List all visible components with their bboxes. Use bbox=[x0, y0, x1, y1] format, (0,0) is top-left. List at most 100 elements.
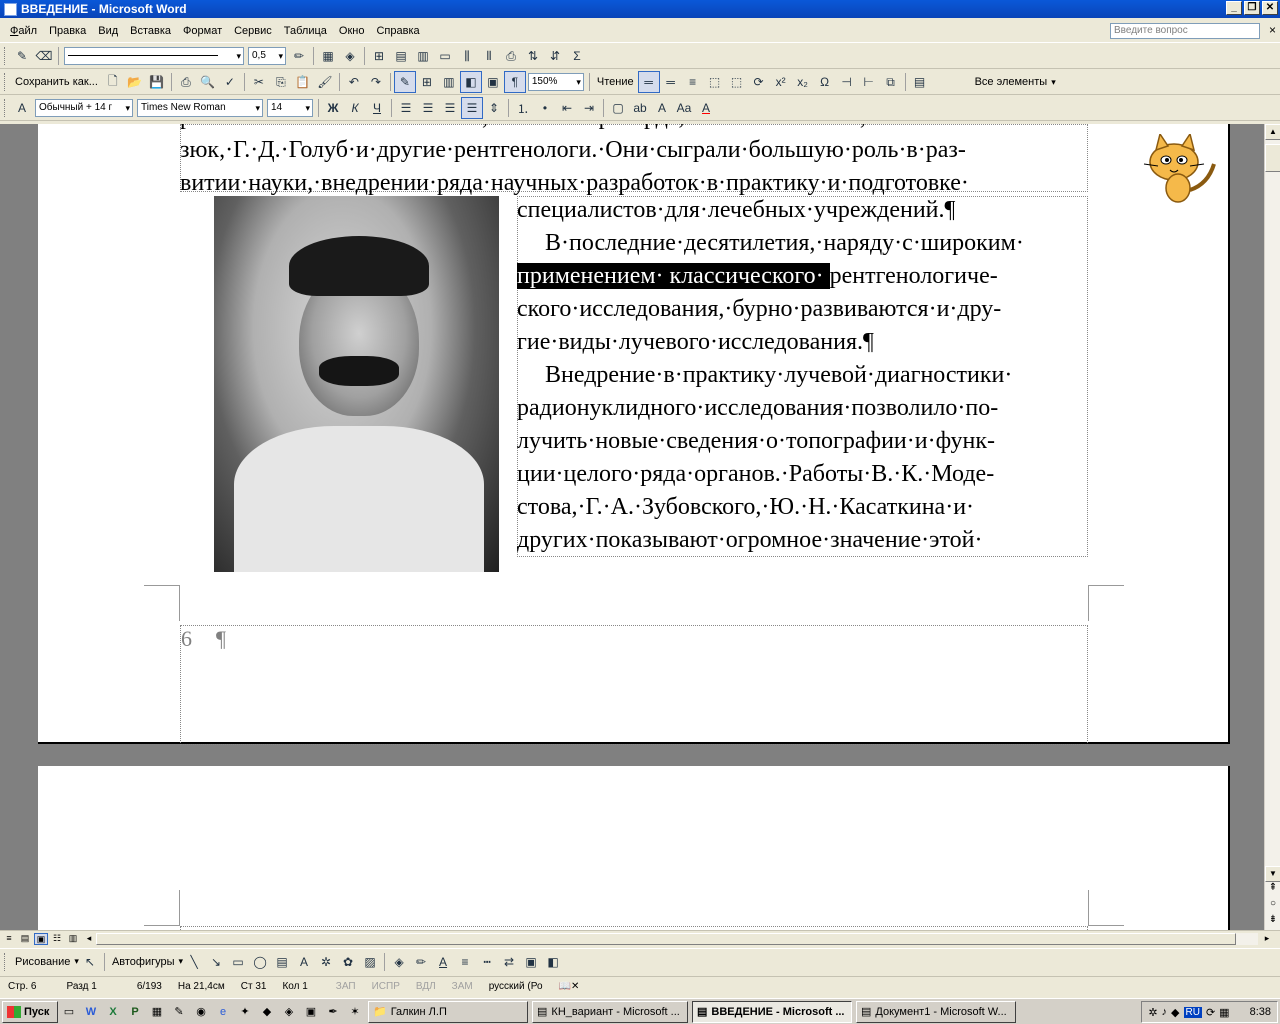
ask-question-input[interactable]: Введите вопрос bbox=[1110, 23, 1260, 39]
insert-table-icon[interactable]: ⊞ bbox=[416, 71, 438, 93]
word-app-icon[interactable] bbox=[4, 2, 17, 16]
tray-network-icon[interactable]: ✲ bbox=[1148, 1006, 1157, 1019]
character-scale-icon[interactable]: A bbox=[651, 97, 673, 119]
3d-icon[interactable]: ◧ bbox=[542, 951, 564, 973]
previous-page-icon[interactable]: ⇞ bbox=[1265, 882, 1280, 896]
undo-icon[interactable]: ↶ bbox=[343, 71, 365, 93]
close-button[interactable]: ✕ bbox=[1262, 1, 1278, 15]
star-icon[interactable]: ✶ bbox=[346, 1003, 364, 1021]
tray-app-icon[interactable]: ▦ bbox=[1219, 1006, 1229, 1019]
increase-indent-icon[interactable]: ⇥ bbox=[578, 97, 600, 119]
all-elements-select[interactable]: Все элементы bbox=[971, 76, 1052, 88]
spelling-status-icon[interactable]: 📖✕ bbox=[551, 981, 588, 992]
bullets-icon[interactable]: • bbox=[534, 97, 556, 119]
line-style-select[interactable] bbox=[64, 47, 244, 65]
menu-file[interactable]: Файл bbox=[4, 23, 43, 39]
horizontal-scrollbar[interactable] bbox=[96, 933, 1258, 945]
select-objects-icon[interactable]: ↖ bbox=[79, 951, 101, 973]
diagram-icon[interactable]: ✲ bbox=[315, 951, 337, 973]
symbol-icon[interactable]: Ω bbox=[814, 71, 836, 93]
line-icon[interactable]: ╲ bbox=[183, 951, 205, 973]
document-close-icon[interactable]: × bbox=[1269, 23, 1276, 37]
spelling-icon[interactable]: ✓ bbox=[219, 71, 241, 93]
draw-table-icon[interactable]: ✎ bbox=[11, 45, 33, 67]
highlight-icon[interactable]: ab bbox=[629, 97, 651, 119]
autoshapes-menu-button[interactable]: Автофигуры bbox=[108, 956, 179, 968]
styles-icon[interactable]: A bbox=[11, 97, 33, 119]
task-folder[interactable]: 📁 Галкин Л.П bbox=[368, 1000, 528, 1023]
pen-icon[interactable]: ✒ bbox=[324, 1003, 342, 1021]
web-view-icon[interactable]: ▤ bbox=[18, 933, 32, 945]
drawing-toggle-icon[interactable]: ◧ bbox=[459, 71, 482, 93]
next-page-icon[interactable]: ⇟ bbox=[1265, 914, 1280, 928]
reading-view-icon[interactable]: ▥ bbox=[66, 933, 80, 945]
start-button[interactable]: Пуск bbox=[2, 1000, 58, 1023]
draw-table-toggle-icon[interactable]: ✎ bbox=[393, 71, 416, 93]
read-mode-button[interactable]: Чтение bbox=[593, 76, 638, 88]
clock[interactable]: 8:38 bbox=[1250, 1006, 1271, 1018]
document-map-icon[interactable]: ▣ bbox=[482, 71, 504, 93]
bold-icon[interactable]: Ж bbox=[322, 97, 344, 119]
autosum-icon[interactable]: Σ bbox=[566, 45, 588, 67]
line-color-icon[interactable]: ✏ bbox=[410, 951, 432, 973]
border-color-icon[interactable]: ✏ bbox=[288, 45, 310, 67]
save-icon[interactable]: 💾 bbox=[146, 71, 168, 93]
ungroup-icon[interactable]: ⬚ bbox=[726, 71, 748, 93]
merge-cells-icon[interactable]: ▤ bbox=[390, 45, 412, 67]
task-word-vvedenie[interactable]: ▤ ВВЕДЕНИЕ - Microsoft ... bbox=[692, 1000, 852, 1023]
scroll-right-icon[interactable]: ▸ bbox=[1260, 933, 1274, 945]
chevron-down-icon[interactable]: ▾ bbox=[1051, 77, 1056, 88]
cut-icon[interactable]: ✂ bbox=[248, 71, 270, 93]
styles-pane-icon[interactable]: ▤ bbox=[909, 71, 931, 93]
shading-icon[interactable]: ◈ bbox=[339, 45, 361, 67]
justify-icon[interactable]: ☰ bbox=[461, 97, 483, 119]
arrow-icon[interactable]: ↘ bbox=[205, 951, 227, 973]
font-select[interactable]: Times New Roman bbox=[137, 99, 263, 117]
font-color-icon[interactable]: A bbox=[432, 951, 454, 973]
show-desktop-icon[interactable]: ▭ bbox=[60, 1003, 78, 1021]
paint-icon[interactable]: ✎ bbox=[170, 1003, 188, 1021]
document-area[interactable]: рентгенологию·Б.·М.·Сосина,·М.·М.·Марква… bbox=[0, 124, 1264, 930]
superscript-icon[interactable]: x² bbox=[770, 71, 792, 93]
menu-help[interactable]: Справка bbox=[370, 23, 425, 39]
menu-view[interactable]: Вид bbox=[92, 23, 124, 39]
toolbar-grip[interactable] bbox=[4, 47, 7, 65]
diamond-icon[interactable]: ◆ bbox=[258, 1003, 276, 1021]
next-page[interactable] bbox=[38, 766, 1230, 930]
excel-quicklaunch-icon[interactable]: X bbox=[104, 1003, 122, 1021]
print-layout-icon[interactable]: ▣ bbox=[34, 932, 48, 945]
rotate-icon[interactable]: ⟳ bbox=[748, 71, 770, 93]
save-as-button[interactable]: Сохранить как... bbox=[11, 76, 102, 88]
autoformat-icon[interactable]: ⎙ bbox=[500, 45, 522, 67]
menu-window[interactable]: Окно bbox=[333, 23, 371, 39]
status-rec[interactable]: ЗАП bbox=[328, 981, 364, 992]
distribute-rows-icon[interactable]: ⫼ bbox=[456, 45, 478, 67]
distribute-cols-icon[interactable]: ⫴ bbox=[478, 45, 500, 67]
align-left-obj-icon[interactable]: ⊣ bbox=[836, 71, 858, 93]
shadow-icon[interactable]: ▣ bbox=[520, 951, 542, 973]
language-indicator[interactable]: RU bbox=[1183, 1006, 1202, 1018]
font-size-select[interactable]: 14 bbox=[267, 99, 313, 117]
show-formatting-icon[interactable]: ¶ bbox=[503, 71, 526, 93]
scroll-thumb[interactable] bbox=[1265, 144, 1280, 172]
redo-icon[interactable]: ↷ bbox=[365, 71, 387, 93]
triple-line-icon[interactable]: ≡ bbox=[682, 71, 704, 93]
vertical-scrollbar[interactable]: ▲ ▼ ⇞ ○ ⇟ bbox=[1264, 124, 1280, 930]
menu-format[interactable]: Формат bbox=[177, 23, 228, 39]
columns-icon[interactable]: ▥ bbox=[438, 71, 460, 93]
clipart-icon[interactable]: ✿ bbox=[337, 951, 359, 973]
picture-icon[interactable]: ▨ bbox=[359, 951, 381, 973]
scroll-left-icon[interactable]: ◂ bbox=[82, 933, 96, 945]
hscroll-thumb[interactable] bbox=[96, 933, 1236, 945]
tray-antivirus-icon[interactable]: ◆ bbox=[1171, 1006, 1179, 1019]
numbering-icon[interactable]: ⒈ bbox=[512, 97, 534, 119]
side-paragraphs[interactable]: специалистов·для·лечебных·учреждений.¶ В… bbox=[517, 194, 1088, 557]
tray-sound-icon[interactable]: ♪ bbox=[1162, 1006, 1168, 1018]
document-page[interactable]: рентгенологию·Б.·М.·Сосина,·М.·М.·Марква… bbox=[38, 124, 1230, 745]
rectangle-icon[interactable]: ▭ bbox=[227, 951, 249, 973]
insert-table-icon[interactable]: ⊞ bbox=[368, 45, 390, 67]
dash-style-icon[interactable]: ┅ bbox=[476, 951, 498, 973]
text-direction-icon[interactable]: ⇅ bbox=[522, 45, 544, 67]
style-select[interactable]: Обычный + 14 г bbox=[35, 99, 133, 117]
menu-insert[interactable]: Вставка bbox=[124, 23, 177, 39]
